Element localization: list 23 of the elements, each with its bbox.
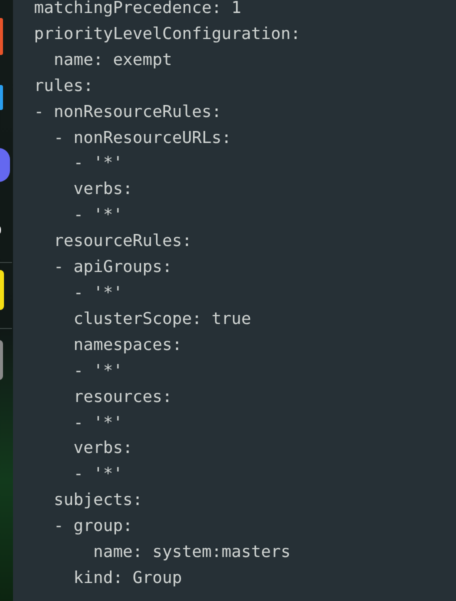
code-line: - '*'	[72, 360, 123, 382]
code-line: rules:	[34, 74, 94, 97]
code-line: - group:	[52, 515, 133, 538]
code-line: subjects:	[52, 489, 143, 512]
code-line: kind: Group	[72, 566, 182, 589]
code-line: - apiGroups:	[52, 256, 172, 278]
code-line: - '*'	[72, 204, 123, 226]
code-line: verbs:	[72, 178, 133, 200]
code-line: - '*'	[72, 152, 123, 174]
code-line: verbs:	[72, 437, 133, 460]
code-line: - '*'	[72, 463, 123, 486]
code-line: - '*'	[72, 282, 123, 304]
code-line: name: system:masters	[92, 541, 291, 564]
code-line: clusterScope: true	[72, 308, 252, 330]
code-line: resources:	[72, 386, 172, 408]
code-line: - '*'	[72, 412, 123, 434]
code-line: matchingPrecedence: 1	[34, 0, 242, 19]
code-line: resourceRules:	[52, 230, 192, 252]
code-line: priorityLevelConfiguration:	[34, 22, 300, 45]
code-line: - nonResourceRules:	[34, 100, 222, 123]
code-line: name: exempt	[52, 48, 172, 71]
code-line: - nonResourceURLs:	[52, 126, 232, 149]
code-line: namespaces:	[72, 334, 182, 356]
